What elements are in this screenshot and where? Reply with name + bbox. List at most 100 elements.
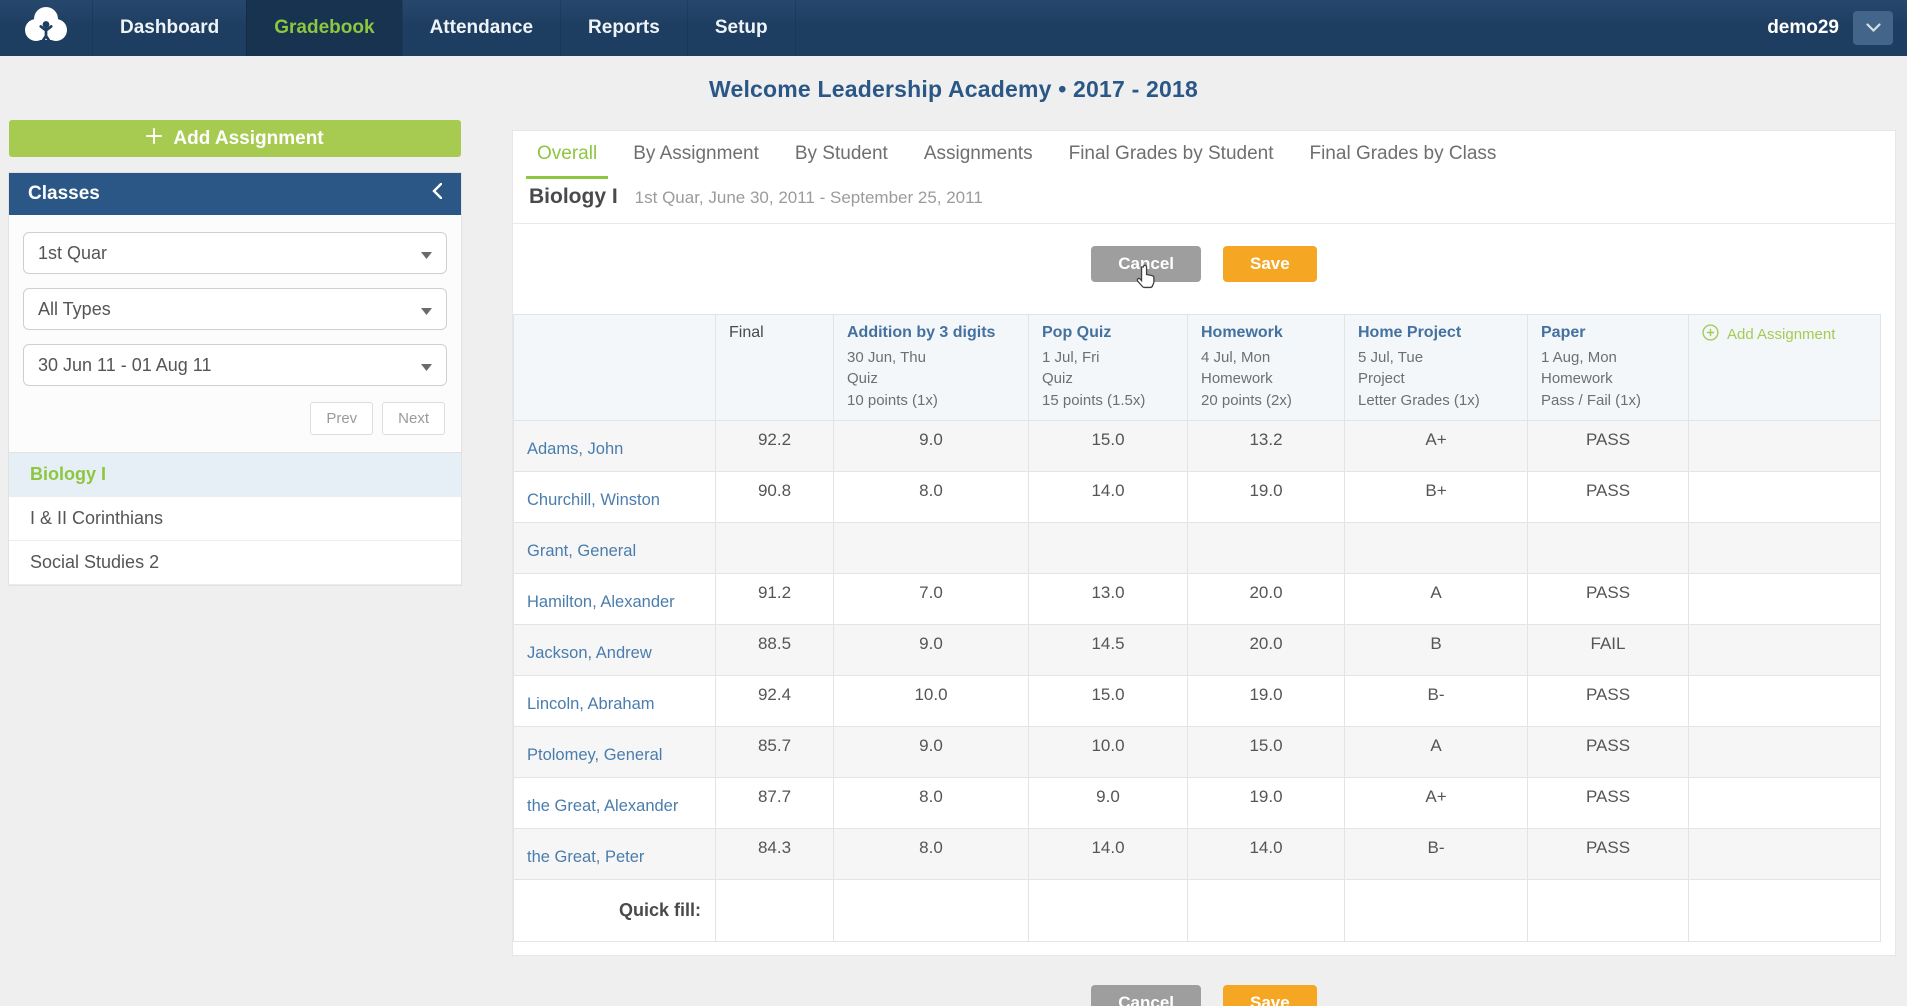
nav-item-gradebook[interactable]: Gradebook (246, 0, 402, 56)
grade-cell[interactable]: 10.0 (1028, 725, 1188, 778)
cancel-button-bottom[interactable]: Cancel (1091, 985, 1202, 1006)
grade-cell[interactable] (1187, 521, 1345, 574)
student-name-link[interactable]: Jackson, Andrew (527, 644, 652, 662)
grade-cell[interactable]: 9.0 (833, 623, 1029, 676)
grade-cell[interactable]: B- (1344, 827, 1528, 880)
grade-cell[interactable]: 8.0 (833, 776, 1029, 829)
grade-cell[interactable] (1344, 521, 1528, 574)
grade-cell[interactable]: A+ (1344, 419, 1528, 472)
grade-cell[interactable]: PASS (1527, 827, 1689, 880)
assignment-title-link[interactable]: Home Project (1358, 324, 1514, 342)
grade-cell[interactable]: A (1344, 725, 1528, 778)
quick-fill-cell[interactable] (1028, 878, 1188, 942)
username-label[interactable]: demo29 (1767, 0, 1853, 56)
quick-fill-cell[interactable] (1187, 878, 1345, 942)
grade-cell[interactable]: PASS (1527, 470, 1689, 523)
next-button[interactable]: Next (382, 402, 445, 435)
date-range-select[interactable]: 30 Jun 11 - 01 Aug 11 (23, 344, 447, 386)
tab-assignments[interactable]: Assignments (913, 131, 1044, 179)
student-name-link[interactable]: Hamilton, Alexander (527, 593, 675, 611)
grade-cell[interactable]: 8.0 (833, 470, 1029, 523)
tab-final-grades-by-student[interactable]: Final Grades by Student (1058, 131, 1285, 179)
grade-cell[interactable]: 19.0 (1187, 674, 1345, 727)
grade-cell[interactable]: FAIL (1527, 623, 1689, 676)
grade-cell[interactable]: 14.5 (1028, 623, 1188, 676)
grade-cell[interactable]: 14.0 (1187, 827, 1345, 880)
grade-cell[interactable]: A (1344, 572, 1528, 625)
grade-cell[interactable]: PASS (1527, 725, 1689, 778)
grade-cell[interactable]: 9.0 (833, 725, 1029, 778)
grade-cell[interactable]: 14.0 (1028, 827, 1188, 880)
student-name-cell: the Great, Alexander (513, 776, 716, 829)
grade-cell[interactable]: B- (1344, 674, 1528, 727)
class-item-biology-i[interactable]: Biology I (9, 453, 461, 497)
grade-cell[interactable]: A+ (1344, 776, 1528, 829)
grade-cell[interactable]: PASS (1527, 572, 1689, 625)
grade-cell[interactable]: 19.0 (1187, 776, 1345, 829)
nav-item-attendance[interactable]: Attendance (401, 0, 560, 56)
tab-final-grades-by-class[interactable]: Final Grades by Class (1298, 131, 1507, 179)
collapse-sidebar-button[interactable] (432, 182, 443, 205)
tab-overall[interactable]: Overall (526, 131, 609, 179)
grade-cell[interactable]: 9.0 (1028, 776, 1188, 829)
grade-cell[interactable]: PASS (1527, 674, 1689, 727)
quick-fill-row: Quick fill: (513, 878, 1881, 942)
assignment-title-link[interactable]: Pop Quiz (1042, 324, 1174, 342)
student-name-link[interactable]: Lincoln, Abraham (527, 695, 655, 713)
class-item-social-studies-2[interactable]: Social Studies 2 (9, 541, 461, 585)
student-name-link[interactable]: Adams, John (527, 440, 623, 458)
quick-fill-cell[interactable] (1527, 878, 1689, 942)
grade-cell[interactable]: 19.0 (1187, 470, 1345, 523)
quick-fill-cell[interactable] (1344, 878, 1528, 942)
student-name-link[interactable]: Ptolomey, General (527, 746, 662, 764)
quick-fill-cell[interactable] (715, 878, 834, 942)
student-name-link[interactable]: Churchill, Winston (527, 491, 660, 509)
grade-cell[interactable]: 14.0 (1028, 470, 1188, 523)
user-menu-button[interactable] (1853, 11, 1893, 45)
grade-cell[interactable]: 13.0 (1028, 572, 1188, 625)
student-name-link[interactable]: Grant, General (527, 542, 636, 560)
grade-cell[interactable]: 13.2 (1187, 419, 1345, 472)
student-name-link[interactable]: the Great, Peter (527, 848, 644, 866)
cancel-button[interactable]: Cancel (1091, 246, 1202, 282)
grade-cell[interactable]: B+ (1344, 470, 1528, 523)
tab-by-student[interactable]: By Student (784, 131, 899, 179)
assignment-title-link[interactable]: Paper (1541, 324, 1675, 342)
type-select[interactable]: All Types (23, 288, 447, 330)
grade-table-header-row: Final Addition by 3 digits 30 Jun, Thu Quiz… (513, 314, 1881, 421)
quarter-select[interactable]: 1st Quar (23, 232, 447, 274)
prev-button[interactable]: Prev (310, 402, 374, 435)
sycamore-cloud-logo[interactable] (0, 0, 92, 56)
grade-cell[interactable] (1028, 521, 1188, 574)
grade-cell[interactable]: PASS (1527, 419, 1689, 472)
grade-cell[interactable] (1527, 521, 1689, 574)
assignment-date: 30 Jun, Thu (847, 349, 926, 366)
assignment-title-link[interactable]: Addition by 3 digits (847, 324, 1015, 342)
add-assignment-button[interactable]: Add Assignment (9, 120, 461, 157)
student-column-header (513, 314, 716, 421)
save-button-bottom[interactable]: Save (1223, 985, 1317, 1006)
grade-cell[interactable]: 7.0 (833, 572, 1029, 625)
student-name-link[interactable]: the Great, Alexander (527, 797, 678, 815)
grade-cell[interactable]: B (1344, 623, 1528, 676)
empty-trailing-cell (1688, 878, 1881, 942)
nav-item-reports[interactable]: Reports (560, 0, 687, 56)
nav-item-dashboard[interactable]: Dashboard (92, 0, 246, 56)
grade-cell[interactable]: 9.0 (833, 419, 1029, 472)
class-item-i-ii-corinthians[interactable]: I & II Corinthians (9, 497, 461, 541)
grade-cell[interactable]: PASS (1527, 776, 1689, 829)
tab-by-assignment[interactable]: By Assignment (622, 131, 770, 179)
grade-cell[interactable]: 20.0 (1187, 623, 1345, 676)
grade-cell[interactable]: 10.0 (833, 674, 1029, 727)
grade-cell[interactable]: 15.0 (1028, 674, 1188, 727)
grade-cell[interactable]: 15.0 (1187, 725, 1345, 778)
assignment-title-link[interactable]: Homework (1201, 324, 1331, 342)
grade-cell[interactable]: 8.0 (833, 827, 1029, 880)
save-button[interactable]: Save (1223, 246, 1317, 282)
grade-cell[interactable]: 15.0 (1028, 419, 1188, 472)
quick-fill-cell[interactable] (833, 878, 1029, 942)
grade-cell[interactable] (833, 521, 1029, 574)
grade-cell[interactable]: 20.0 (1187, 572, 1345, 625)
add-assignment-link[interactable]: Add Assignment (1702, 324, 1867, 345)
nav-item-setup[interactable]: Setup (686, 0, 796, 56)
